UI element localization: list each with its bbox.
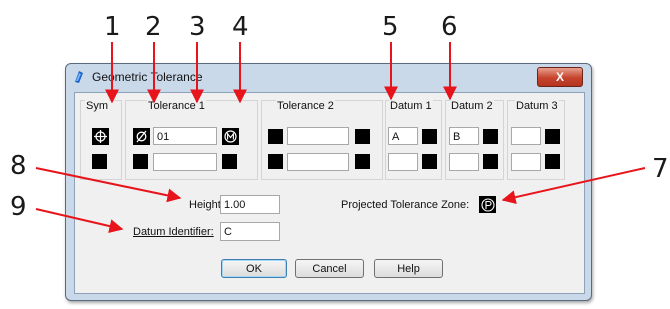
datum3-input[interactable] (511, 127, 541, 145)
datum3-material-button-row2[interactable] (545, 154, 560, 169)
tolerance2-value-input[interactable] (287, 127, 349, 145)
datum2-group: Datum 2 B (445, 100, 504, 180)
datum-identifier-label-text: Datum Identifier: (133, 226, 214, 238)
datum-identifier-input[interactable]: C (220, 222, 280, 241)
datum2-label: Datum 2 (450, 100, 494, 112)
ok-button[interactable]: OK (221, 259, 287, 278)
tolerance1-value-input-row2[interactable] (153, 153, 217, 171)
projected-zone-icon (480, 197, 495, 212)
tolerance2-diameter-button-row2[interactable] (268, 154, 283, 169)
callout-7: 7 (652, 154, 669, 184)
tolerance1-group: Tolerance 1 01 (125, 100, 258, 180)
help-button[interactable]: Help (374, 259, 443, 278)
material-condition-button-row2[interactable] (222, 154, 237, 169)
datum1-input-row2[interactable] (388, 153, 418, 171)
tolerance2-diameter-button[interactable] (268, 129, 283, 144)
geometric-tolerance-dialog: Geometric Tolerance X Sym Tolerance 1 01… (65, 63, 592, 301)
datum-identifier-label: Datum Identifier: (133, 226, 214, 238)
diameter-icon (136, 130, 147, 143)
height-input[interactable]: 1.00 (220, 195, 280, 214)
callout-6: 6 (441, 12, 458, 42)
tolerance1-value-input[interactable]: 01 (153, 127, 217, 145)
callout-8: 8 (10, 151, 27, 181)
datum3-label: Datum 3 (515, 100, 559, 112)
datum2-input[interactable]: B (449, 127, 479, 145)
tolerance2-value-input-row2[interactable] (287, 153, 349, 171)
callout-1: 1 (104, 12, 121, 42)
height-label: Height: (189, 199, 224, 211)
sym-group: Sym (80, 100, 122, 180)
sym-label: Sym (85, 100, 109, 112)
diameter-button[interactable] (133, 128, 150, 145)
tolerance2-material-button-row2[interactable] (355, 154, 370, 169)
tolerance1-label: Tolerance 1 (147, 100, 206, 112)
material-condition-button[interactable] (222, 128, 239, 145)
datum3-group: Datum 3 (507, 100, 565, 180)
cancel-button[interactable]: Cancel (295, 259, 364, 278)
datum3-material-button[interactable] (545, 129, 560, 144)
callout-5: 5 (382, 12, 399, 42)
mmc-icon (224, 130, 237, 143)
close-button[interactable]: X (537, 67, 583, 87)
dialog-titlebar[interactable]: Geometric Tolerance X (66, 64, 591, 90)
symbol-button-row2[interactable] (92, 154, 107, 169)
datum3-input-row2[interactable] (511, 153, 541, 171)
callout-9: 9 (10, 192, 27, 222)
dialog-client-area: Sym Tolerance 1 01 Tolerance 2 Datum 1 A… (74, 92, 585, 294)
position-symbol-icon (94, 130, 107, 143)
callout-3: 3 (189, 12, 206, 42)
datum1-group: Datum 1 A (385, 100, 442, 180)
datum1-input[interactable]: A (388, 127, 418, 145)
datum1-material-button[interactable] (422, 129, 437, 144)
symbol-button[interactable] (92, 128, 109, 145)
datum2-material-button[interactable] (483, 129, 498, 144)
datum2-input-row2[interactable] (449, 153, 479, 171)
datum1-material-button-row2[interactable] (422, 154, 437, 169)
datum1-label: Datum 1 (389, 100, 433, 112)
tolerance2-label: Tolerance 2 (276, 100, 335, 112)
callout-2: 2 (145, 12, 162, 42)
diameter-button-row2[interactable] (133, 154, 148, 169)
tolerance2-group: Tolerance 2 (261, 100, 383, 180)
dialog-title: Geometric Tolerance (92, 70, 203, 84)
app-icon (75, 71, 83, 83)
projected-tolerance-zone-label: Projected Tolerance Zone: (341, 199, 470, 211)
projected-tolerance-zone-button[interactable] (479, 196, 496, 213)
callout-4: 4 (232, 12, 249, 42)
tolerance2-material-button[interactable] (355, 129, 370, 144)
datum2-material-button-row2[interactable] (483, 154, 498, 169)
